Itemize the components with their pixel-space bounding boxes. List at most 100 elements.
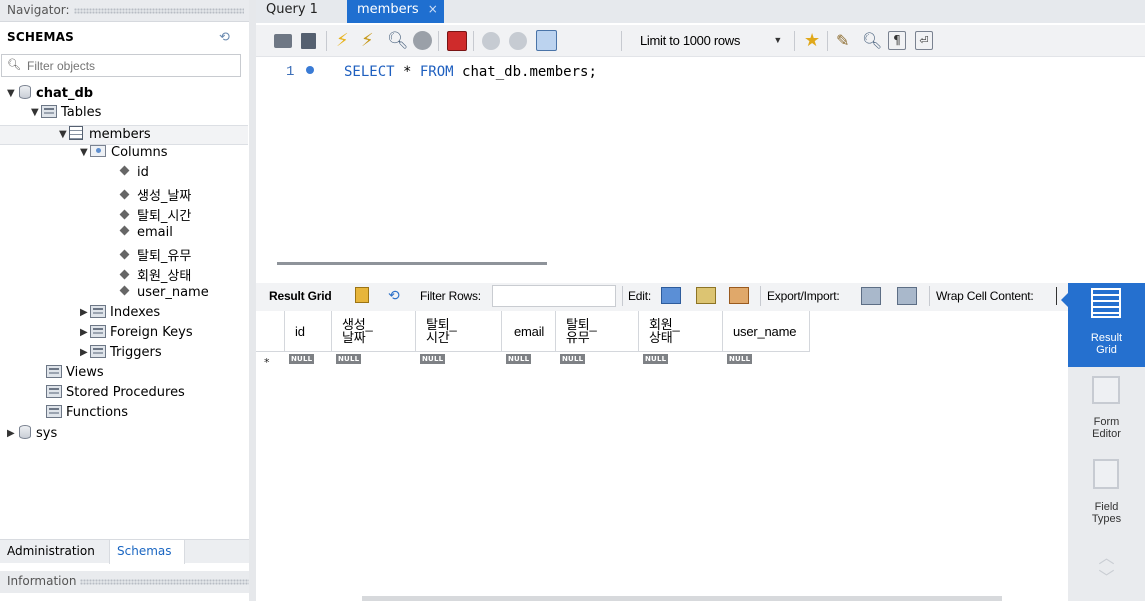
line-number: 1: [286, 64, 295, 80]
scroll-up-icon[interactable]: ︿: [1068, 551, 1145, 567]
delete-row-icon[interactable]: [729, 287, 749, 304]
import-icon[interactable]: [897, 287, 917, 305]
close-icon[interactable]: ×: [428, 2, 438, 16]
grid-horizontal-scrollbar[interactable]: [362, 596, 1002, 601]
limit-rows-select[interactable]: Limit to 1000 rows ▼: [630, 29, 790, 52]
functions-label: Functions: [66, 405, 129, 420]
tab-administration[interactable]: Administration: [0, 540, 102, 564]
column-header-email[interactable]: email: [502, 311, 556, 352]
autocommit-toggle-icon[interactable]: [536, 30, 557, 51]
tree-item-triggers[interactable]: ▶ Triggers: [80, 345, 162, 365]
column-header-member-status[interactable]: 회원_ 상태: [639, 311, 723, 352]
commit-icon[interactable]: [482, 32, 500, 50]
stop-icon[interactable]: [413, 31, 432, 50]
functions-folder-icon: [46, 405, 62, 418]
add-snippet-star-icon[interactable]: ★: [804, 32, 822, 50]
refresh-rows-icon[interactable]: ⟲: [388, 287, 400, 304]
column-header-user-name[interactable]: user_name: [723, 311, 810, 352]
export-icon[interactable]: [861, 287, 881, 305]
wrap-lines-icon[interactable]: ⏎: [915, 31, 933, 50]
column-header-id[interactable]: id: [285, 311, 332, 352]
tree-item-tables[interactable]: ▼ Tables: [31, 105, 101, 125]
null-cell[interactable]: NULL: [506, 354, 532, 364]
expand-triangle-icon[interactable]: ▼: [59, 129, 69, 140]
tree-item-members[interactable]: ▼ members: [0, 125, 248, 145]
tree-item-foreign-keys[interactable]: ▶ Foreign Keys: [80, 325, 193, 345]
query-tab-bar: Query 1 members ×: [256, 0, 1145, 23]
filter-objects-box[interactable]: 🔍︎: [1, 54, 241, 77]
filter-rows-input[interactable]: [492, 285, 616, 307]
column-label: id: [137, 165, 149, 180]
tree-column[interactable]: id: [119, 165, 149, 185]
beautify-broom-icon[interactable]: ✎: [836, 32, 854, 50]
column-diamond-icon: [119, 285, 130, 296]
tree-item-sys[interactable]: ▶ sys: [7, 425, 57, 445]
field-types-icon[interactable]: [1093, 459, 1119, 489]
rollback-icon[interactable]: [509, 32, 527, 50]
tree-column[interactable]: 생성_날짜: [119, 185, 191, 205]
execute-statement-icon[interactable]: ⚡: [361, 32, 379, 50]
database-icon: [19, 85, 31, 99]
result-grid[interactable]: id 생성_ 날짜 탈퇴_ 시간 email 탈퇴_ 유무 회원_ 상태 use…: [256, 311, 1068, 601]
tab-members[interactable]: members ×: [347, 0, 444, 23]
collapse-triangle-icon[interactable]: ▶: [7, 428, 17, 439]
form-editor-icon[interactable]: [1092, 376, 1120, 404]
tree-item-columns[interactable]: ▼ Columns: [80, 145, 168, 165]
column-diamond-icon: [119, 269, 130, 280]
result-side-panel: Result Grid Form Editor Field Types ︿ ﹀: [1061, 283, 1145, 601]
tree-item-views[interactable]: Views: [46, 365, 104, 385]
edit-row-icon[interactable]: [661, 287, 681, 304]
null-cell[interactable]: NULL: [336, 354, 362, 364]
collapse-triangle-icon[interactable]: ▶: [80, 327, 90, 338]
collapse-triangle-icon[interactable]: ▶: [80, 347, 90, 358]
new-row-marker: *: [264, 356, 270, 369]
row-header-corner: [256, 311, 285, 352]
save-icon[interactable]: [301, 33, 316, 49]
editor-horizontal-scrollbar[interactable]: [277, 262, 547, 265]
sql-token: chat_db.members;: [453, 64, 597, 80]
stored-procedures-label: Stored Procedures: [66, 385, 185, 400]
open-folder-icon[interactable]: [274, 34, 292, 48]
error-toggle-icon[interactable]: [447, 31, 467, 51]
result-grid-view-button[interactable]: Result Grid: [1061, 283, 1145, 367]
null-cell[interactable]: NULL: [560, 354, 586, 364]
tree-item-indexes[interactable]: ▶ Indexes: [80, 305, 160, 325]
expand-triangle-icon[interactable]: ▼: [31, 107, 41, 118]
column-header-withdraw-flag[interactable]: 탈퇴_ 유무: [556, 311, 639, 352]
tree-column[interactable]: 회원_상태: [119, 265, 191, 285]
null-cell[interactable]: NULL: [420, 354, 446, 364]
column-header-created-date[interactable]: 생성_ 날짜: [332, 311, 416, 352]
refresh-icon[interactable]: ⟲: [219, 30, 230, 45]
filter-objects-input[interactable]: [27, 57, 227, 74]
tree-column[interactable]: email: [119, 225, 173, 245]
tab-schemas[interactable]: Schemas: [109, 540, 185, 564]
find-icon[interactable]: 🔍︎: [862, 32, 882, 50]
explain-icon[interactable]: 🔍︎: [387, 32, 409, 50]
invisible-chars-icon[interactable]: ¶: [888, 31, 906, 50]
null-cell[interactable]: NULL: [727, 354, 753, 364]
insert-row-icon[interactable]: [696, 287, 716, 304]
form-editor-label[interactable]: Form Editor: [1068, 416, 1145, 440]
tab-query-1[interactable]: Query 1: [256, 0, 338, 23]
tree-item-stored-procedures[interactable]: Stored Procedures: [46, 385, 185, 405]
tree-column[interactable]: 탈퇴_시간: [119, 205, 191, 225]
expand-triangle-icon[interactable]: ▼: [80, 147, 90, 158]
null-cell[interactable]: NULL: [289, 354, 315, 364]
grid-layout-icon[interactable]: [355, 287, 369, 303]
tree-item-chat-db[interactable]: ▼ chat_db: [7, 85, 93, 105]
sql-statement[interactable]: SELECT * FROM chat_db.members;: [344, 64, 597, 80]
schemas-header: SCHEMAS ⟲: [0, 24, 249, 48]
collapse-triangle-icon[interactable]: ▶: [80, 307, 90, 318]
null-cell[interactable]: NULL: [643, 354, 669, 364]
sql-editor[interactable]: 1 SELECT * FROM chat_db.members;: [256, 58, 1145, 263]
tree-column[interactable]: 탈퇴_유무: [119, 245, 191, 265]
execute-lightning-icon[interactable]: ⚡: [336, 32, 354, 50]
field-types-label[interactable]: Field Types: [1068, 501, 1145, 525]
sql-keyword: SELECT: [344, 64, 395, 80]
expand-triangle-icon[interactable]: ▼: [7, 88, 17, 99]
panel-splitter[interactable]: [249, 0, 256, 601]
tree-item-functions[interactable]: Functions: [46, 405, 128, 425]
scroll-down-icon[interactable]: ﹀: [1068, 571, 1145, 587]
tree-column[interactable]: user_name: [119, 285, 209, 305]
column-header-withdraw-time[interactable]: 탈퇴_ 시간: [416, 311, 502, 352]
